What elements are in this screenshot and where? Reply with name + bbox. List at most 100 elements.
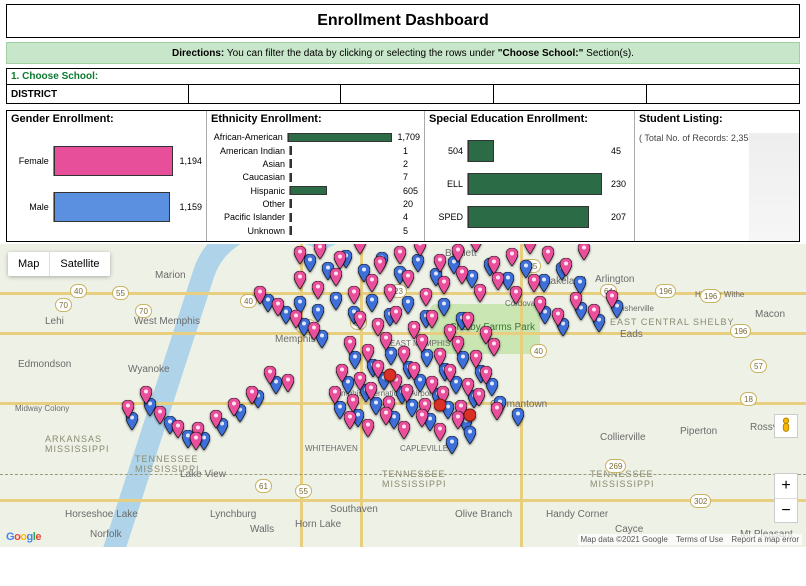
map-pin-pink[interactable] [290,310,302,328]
map-pin-pink[interactable] [416,409,428,427]
map-pin-pink[interactable] [372,360,384,378]
map-pin-pink[interactable] [294,271,306,289]
map-terms-link[interactable]: Terms of Use [676,535,723,544]
map-pin-pink[interactable] [414,244,426,256]
map-pin-pink[interactable] [246,386,258,404]
map-pin-pink[interactable] [434,254,446,272]
map-pin-pink[interactable] [488,338,500,356]
zoom-in-button[interactable]: + [775,474,797,498]
map-pin-pink[interactable] [506,248,518,266]
map-pin-pink[interactable] [374,256,386,274]
map-pin-pink[interactable] [456,266,468,284]
map-pin-pink[interactable] [354,244,366,254]
map-pin-blue[interactable] [438,298,450,316]
map-pin-pink[interactable] [510,286,522,304]
map-pin-pink[interactable] [329,386,341,404]
map-pin-pink[interactable] [560,258,572,276]
map-pin-pink[interactable] [524,244,536,254]
map-type-map-button[interactable]: Map [8,252,49,276]
map-pin-pink[interactable] [122,400,134,418]
choose-cell[interactable] [646,85,800,103]
map-pin-blue[interactable] [312,304,324,322]
map-pin-pink[interactable] [420,288,432,306]
map-pin-pink[interactable] [402,270,414,288]
map-pin-pink[interactable] [434,423,446,441]
map-pin-pink[interactable] [452,411,464,429]
map-pin-pink[interactable] [426,310,438,328]
map-pin-pink[interactable] [154,406,166,424]
streetview-pegman[interactable] [774,414,798,438]
map-pin-pink[interactable] [470,244,482,252]
map-pin-blue[interactable] [366,294,378,312]
choose-cell[interactable] [340,85,493,103]
map-pin-pink[interactable] [344,411,356,429]
map-pin-pink[interactable] [228,398,240,416]
map-pin-pink[interactable] [354,311,366,329]
choose-cell[interactable]: DISTRICT [6,85,188,103]
map-pin-pink[interactable] [528,274,540,292]
map-pin-pink[interactable] [172,420,184,438]
map-pin-pink[interactable] [365,382,377,400]
map-pin-pink[interactable] [542,246,554,264]
map-pin-pink[interactable] [394,246,406,264]
map-pin-pink[interactable] [348,286,360,304]
map-pin-pink[interactable] [452,244,464,262]
map-pin-red[interactable] [434,396,446,414]
map-pin-blue[interactable] [512,408,524,426]
map-pin-pink[interactable] [474,284,486,302]
map-pin-pink[interactable] [408,362,420,380]
map-pin-pink[interactable] [606,290,618,308]
map-pin-pink[interactable] [264,366,276,384]
map-pin-pink[interactable] [347,394,359,412]
map-pin-blue[interactable] [330,292,342,310]
map-pin-pink[interactable] [362,419,374,437]
map-pin-pink[interactable] [190,432,202,450]
map-pin-pink[interactable] [308,322,320,340]
map-pin-pink[interactable] [570,292,582,310]
map-pin-pink[interactable] [401,384,413,402]
map-pin-pink[interactable] [380,407,392,425]
map-pin-pink[interactable] [254,286,266,304]
map-pin-pink[interactable] [366,274,378,292]
map-pin-pink[interactable] [398,421,410,439]
map-pin-pink[interactable] [210,410,222,428]
map-pin-red[interactable] [384,366,396,384]
map-pin-pink[interactable] [552,308,564,326]
map-pin-pink[interactable] [390,306,402,324]
map-pin-pink[interactable] [272,298,284,316]
map-pin-pink[interactable] [452,336,464,354]
map-pin-pink[interactable] [438,276,450,294]
bar-fill [54,146,173,176]
map-pin-pink[interactable] [140,386,152,404]
zoom-out-button[interactable]: − [775,498,797,522]
map-pin-pink[interactable] [312,281,324,299]
map-pin-pink[interactable] [294,246,306,264]
map-pin-red[interactable] [464,406,476,424]
map-report-link[interactable]: Report a map error [731,535,799,544]
map-pin-pink[interactable] [334,251,346,269]
map-pin-pink[interactable] [416,334,428,352]
map-pin-pink[interactable] [444,364,456,382]
map-pin-pink[interactable] [588,304,600,322]
map-pin-blue[interactable] [446,436,458,454]
map-pin-pink[interactable] [492,272,504,290]
map-pin-pink[interactable] [380,332,392,350]
map-pin-pink[interactable] [534,296,546,314]
map-pin-pink[interactable] [330,268,342,286]
map-pin-pink[interactable] [578,244,590,260]
map-pin-pink[interactable] [282,374,294,392]
choose-cell[interactable] [493,85,646,103]
choose-cell[interactable] [188,85,341,103]
map-pin-pink[interactable] [491,402,503,420]
map-pin-pink[interactable] [473,388,485,406]
map-pin-pink[interactable] [480,366,492,384]
map-type-satellite-button[interactable]: Satellite [49,252,109,276]
map-pin-blue[interactable] [402,296,414,314]
map[interactable]: MemphisEAST MEMPHISBartlettShelby Farms … [0,244,806,547]
map-pin-pink[interactable] [344,336,356,354]
map-pin-pink[interactable] [314,244,326,259]
map-pin-pink[interactable] [462,312,474,330]
map-pin-pink[interactable] [336,364,348,382]
map-pin-blue[interactable] [464,426,476,444]
map-pin-pink[interactable] [384,284,396,302]
